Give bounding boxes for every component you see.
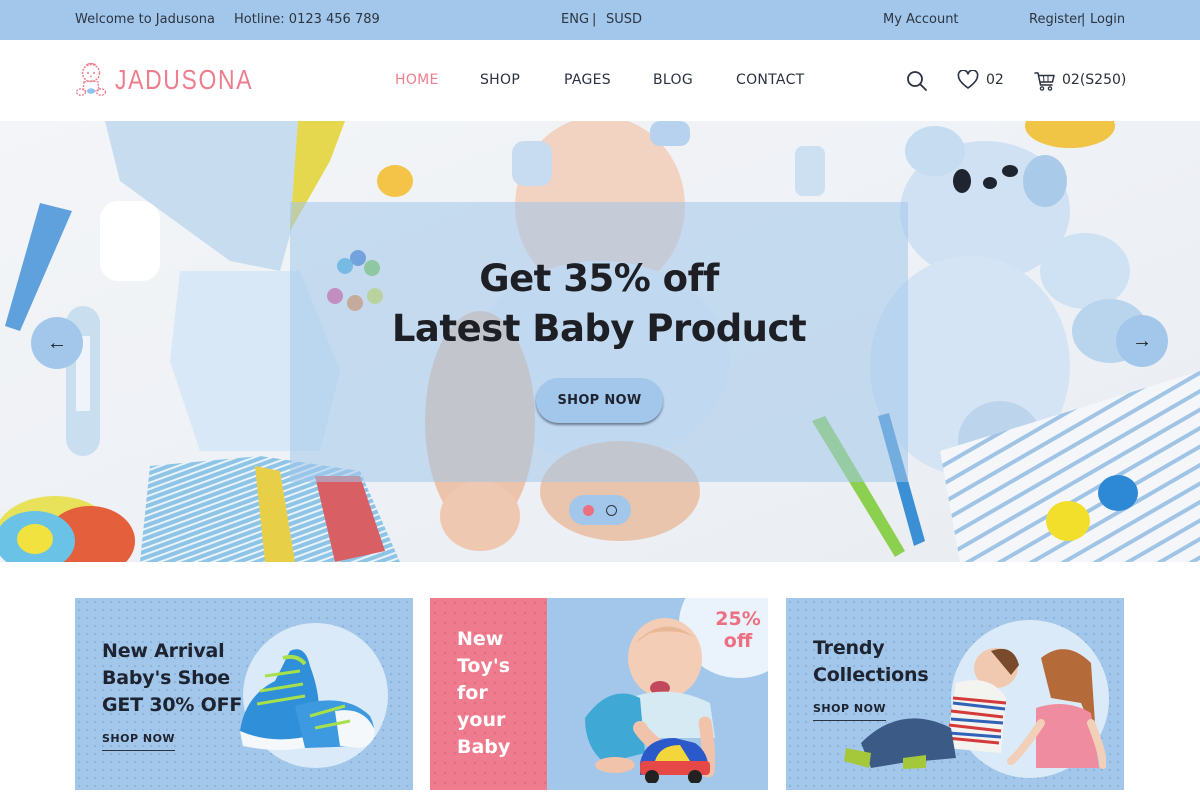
slider-dot-2[interactable] <box>606 504 617 516</box>
banner-title-line: Toy's <box>457 655 511 677</box>
separator: | <box>1081 12 1086 27</box>
hero-title-line2: Latest Baby Product <box>391 307 807 350</box>
banner-title-line: New <box>457 628 504 650</box>
banner-title-line: GET 30% OFF <box>102 694 243 716</box>
register-link[interactable]: Register <box>1029 12 1083 27</box>
hotline-text: Hotline: 0123 456 789 <box>234 12 380 27</box>
nav-item-contact[interactable]: CONTACT <box>736 72 805 88</box>
banner-title-line: for <box>457 682 488 704</box>
banner-title-line: your <box>457 709 506 731</box>
nav-link-home[interactable]: HOME <box>395 72 439 88</box>
nav-link-shop[interactable]: SHOP <box>480 72 520 88</box>
banner-title-line: New Arrival <box>102 640 225 662</box>
cart-summary[interactable]: 02(S250) <box>1062 72 1126 88</box>
discount-value: 25% <box>715 608 761 630</box>
banner-title: New Arrival Baby's Shoe GET 30% OFF <box>102 638 242 719</box>
nav-item-home[interactable]: HOME <box>395 72 439 88</box>
slider-prev-button[interactable]: ← <box>31 317 83 369</box>
nav-item-shop[interactable]: SHOP <box>480 72 520 88</box>
banner-trendy-collections[interactable]: Trendy Collections SHOP NOW <box>786 598 1124 790</box>
banner-title: Trendy Collections <box>813 635 929 689</box>
arrow-left-icon: ← <box>47 331 67 354</box>
slider-next-button[interactable]: → <box>1116 315 1168 367</box>
banner-baby-shoe[interactable]: New Arrival Baby's Shoe GET 30% OFF SHOP… <box>75 598 413 790</box>
banner-title-line: Baby <box>457 736 511 758</box>
nav-item-pages[interactable]: PAGES <box>564 72 611 88</box>
cart-icon[interactable] <box>1034 70 1056 92</box>
currency-selector[interactable]: SUSD <box>606 12 642 27</box>
login-link[interactable]: Login <box>1090 12 1125 27</box>
baby-logo-icon <box>75 62 107 96</box>
baby-shoe-image <box>240 649 375 750</box>
banner-title-line: Trendy <box>813 637 885 659</box>
banner-title: New Toy's for your Baby <box>457 626 510 761</box>
slider-pagination <box>569 495 631 525</box>
search-icon[interactable] <box>906 70 928 92</box>
banner-title-line: Baby's Shoe <box>102 667 230 689</box>
banner-title-line: Collections <box>813 664 929 686</box>
banner-new-toys[interactable]: New Toy's for your Baby 25% off <box>430 598 768 790</box>
my-account-link[interactable]: My Account <box>883 12 959 27</box>
discount-badge: 25% off <box>708 608 768 652</box>
arrow-right-icon: → <box>1132 329 1152 352</box>
banner-shop-now-link[interactable]: SHOP NOW <box>102 732 176 751</box>
nav-item-blog[interactable]: BLOG <box>653 72 693 88</box>
banner-shop-now-link[interactable]: SHOP NOW <box>813 702 887 721</box>
hero-title-line1: Get 35% off <box>479 257 719 300</box>
welcome-text: Welcome to Jadusona <box>75 12 216 27</box>
wishlist-count[interactable]: 02 <box>986 72 1004 88</box>
language-selector[interactable]: ENG <box>561 12 589 27</box>
top-bar: Welcome to Jadusona Hotline: 0123 456 78… <box>0 0 1200 40</box>
nav-link-blog[interactable]: BLOG <box>653 72 693 88</box>
separator: | <box>592 12 597 27</box>
logo[interactable]: JADUSONA <box>75 62 283 98</box>
nav-link-pages[interactable]: PAGES <box>564 72 611 88</box>
discount-label: off <box>723 630 753 652</box>
nav-link-contact[interactable]: CONTACT <box>736 72 805 88</box>
hero-slider: Get 35% off Latest Baby Product SHOP NOW… <box>0 121 1200 562</box>
hero-shop-now-button[interactable]: SHOP NOW <box>536 378 663 423</box>
hero-title: Get 35% off Latest Baby Product <box>290 254 908 354</box>
heart-icon[interactable] <box>957 70 979 90</box>
main-header: JADUSONA HOME SHOP PAGES BLOG CONTACT 02… <box>0 40 1200 121</box>
logo-text: JADUSONA <box>115 64 254 95</box>
slider-dot-1[interactable] <box>583 504 594 516</box>
